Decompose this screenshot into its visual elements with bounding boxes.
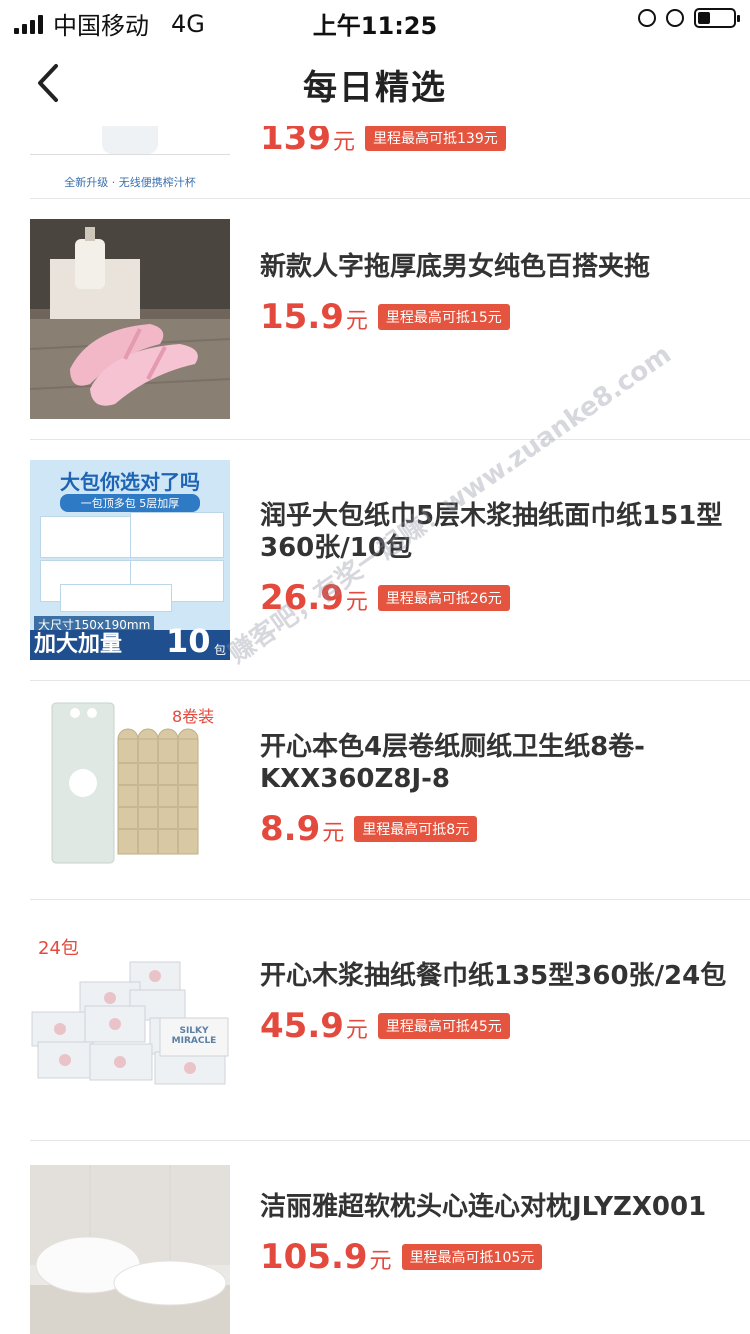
image-brand: SILKY MIRACLE [171,1026,217,1046]
battery-icon [694,8,740,28]
mileage-tag: 里程最高可抵105元 [401,1244,543,1270]
product-list[interactable]: 全新升级 · 无线便携榨汁杯 139元 里程最高可抵139元 新款人字拖厚底男女… [0,126,750,1334]
image-count-unit: 包 [214,643,227,657]
list-item[interactable]: 洁丽雅超软枕头心连心对枕JLYZX001 105.9元 里程最高可抵105元 [30,1140,750,1334]
mileage-tag: 里程最高可抵8元 [354,816,478,842]
price: 105.9元 [260,1237,392,1277]
product-title: 洁丽雅超软枕头心连心对枕JLYZX001 [260,1192,707,1222]
price: 26.9元 [260,578,368,618]
product-image: 24包 SILKY MIRACLE [30,932,230,1092]
page-title: 每日精选 [303,68,447,108]
product-title: 新款人字拖厚底男女纯色百搭夹拖 [260,252,651,282]
image-label: 24包 [38,938,79,959]
alarm-icon [666,9,684,27]
price: 15.9元 [260,297,368,337]
image-caption: 全新升级 · 无线便携榨汁杯 [64,176,196,189]
product-image: 8卷装 [30,697,230,877]
image-label: 8卷装 [172,707,215,726]
product-image [30,219,230,419]
nav-bar: 每日精选 [0,42,750,126]
price: 139元 [260,126,355,158]
mileage-tag: 里程最高可抵15元 [377,304,510,330]
image-headline: 大包你选对了吗 [60,470,200,494]
product-image: 全新升级 · 无线便携榨汁杯 [30,126,230,198]
rotation-lock-icon [638,9,656,27]
list-item[interactable]: 大包你选对了吗 一包顶多包 5层加厚 大尺寸150x190mm 加大加量 10 … [30,439,750,681]
mileage-tag: 里程最高可抵26元 [377,585,510,611]
list-item[interactable]: 8卷装 开心本色4层卷纸厕纸卫生纸8卷-KXX360Z8J-8 8.9元 里程最… [30,680,750,900]
product-title: 开心木浆抽纸餐巾纸135型360张/24包 [260,961,727,991]
image-count: 10 [166,622,211,660]
list-item-partial[interactable]: 全新升级 · 无线便携榨汁杯 139元 里程最高可抵139元 [0,126,750,198]
list-item[interactable]: 新款人字拖厚底男女纯色百搭夹拖 15.9元 里程最高可抵15元 [30,198,750,440]
price: 45.9元 [260,1006,368,1046]
status-bar: 中国移动 4G 上午11:25 [0,0,750,42]
mileage-tag: 里程最高可抵45元 [377,1013,510,1039]
product-title: 开心本色4层卷纸厕纸卫生纸8卷-KXX360Z8J-8 [260,732,645,794]
image-promo: 加大加量 [34,632,123,657]
price: 8.9元 [260,809,345,849]
image-subline: 一包顶多包 5层加厚 [60,494,200,512]
product-image [30,1165,230,1334]
product-title: 润乎大包纸巾5层木浆抽纸面巾纸151型360张/10包 [260,501,723,563]
mileage-tag: 里程最高可抵139元 [365,126,506,151]
list-item[interactable]: 24包 SILKY MIRACLE 开心木浆抽纸餐巾纸135型360张/24包 … [30,899,750,1141]
product-image: 大包你选对了吗 一包顶多包 5层加厚 大尺寸150x190mm 加大加量 10 … [30,460,230,660]
status-right [638,8,740,28]
